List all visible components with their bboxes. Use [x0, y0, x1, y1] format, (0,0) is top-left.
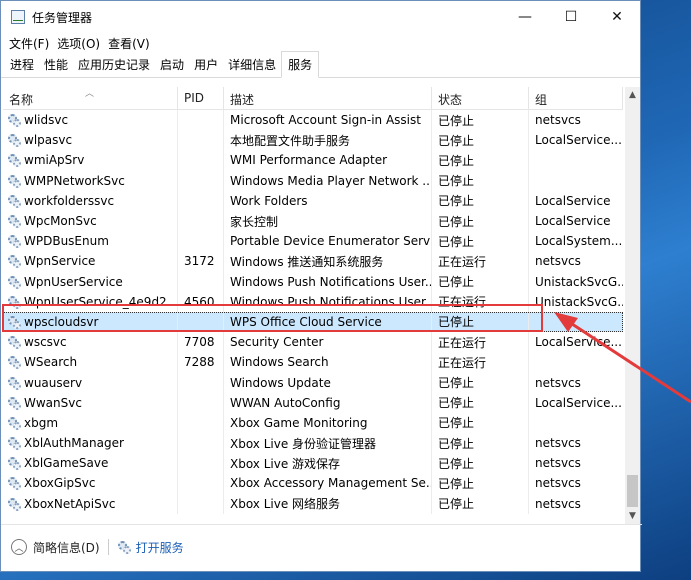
arrow-head: [554, 312, 578, 332]
arrow-shaft: [565, 318, 691, 404]
red-arrow-annotation: [554, 312, 691, 404]
